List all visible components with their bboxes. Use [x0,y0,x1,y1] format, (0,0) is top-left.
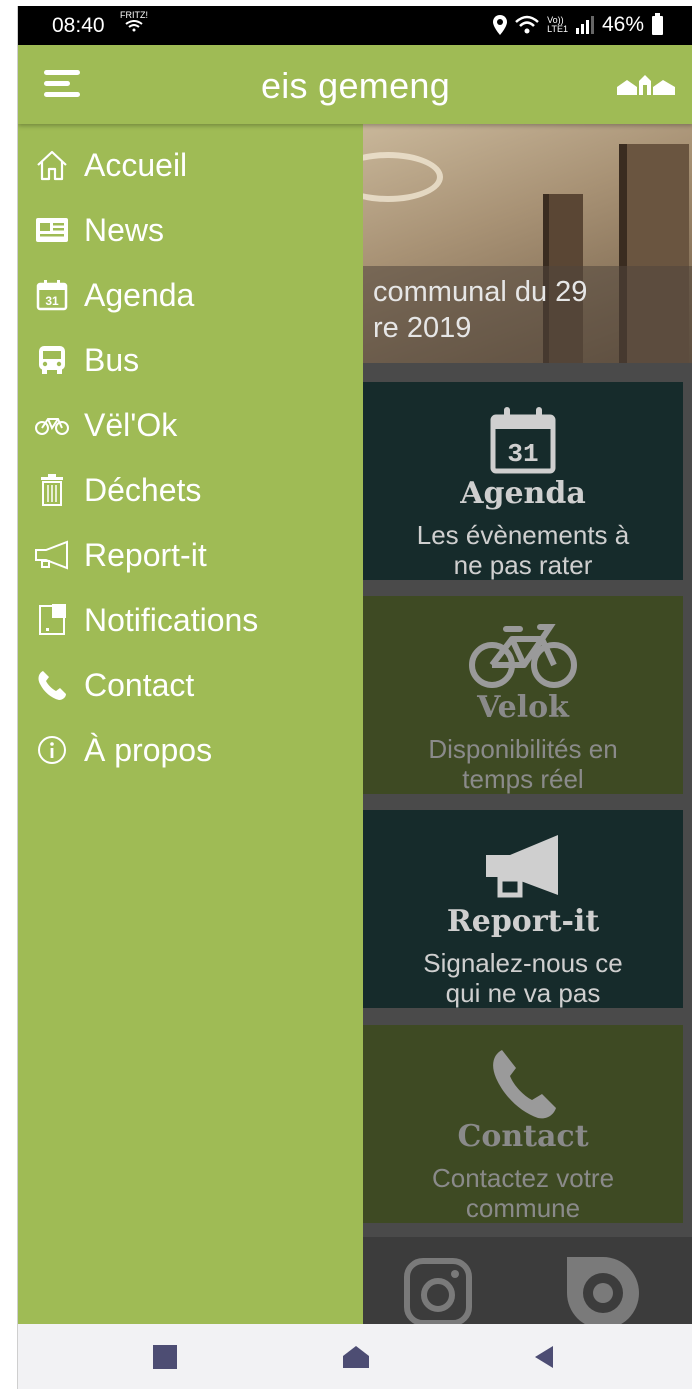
home-icon [34,147,70,183]
hero-caption: communal du 29 re 2019 [363,266,692,363]
drawer-item-label: Vël'Ok [84,406,178,443]
drawer-item-label: Notifications [84,601,259,638]
megaphone-icon [363,824,683,912]
drawer-item-label: Déchets [84,471,202,508]
drawer-item-label: Bus [84,341,140,378]
calendar-icon: 31 [34,277,70,313]
trash-icon [34,472,70,508]
drawer-item-accueil[interactable]: Accueil [34,142,187,188]
location-icon [493,15,508,35]
social-bar [363,1237,692,1329]
tile-report-it[interactable]: Report-it Signalez-nous ce qui ne va pas [363,810,683,1008]
tile-contact[interactable]: Contact Contactez votre commune [363,1025,683,1223]
drawer-item-label: Contact [84,666,195,703]
status-time: 08:40 [52,14,105,37]
drawer-item-label: À propos [84,731,213,768]
back-button-icon[interactable] [533,1344,555,1370]
app-title: eis gemeng [260,65,451,106]
tile-desc-line2: commune [465,1193,581,1223]
tile-desc-line2: ne pas rater [453,550,593,580]
calendar-number: 31 [45,294,59,308]
system-navigation-bar [18,1324,692,1389]
phone-icon [363,1039,683,1127]
drawer-item-label: News [84,211,165,248]
tile-desc-line1: Contactez votre [431,1163,615,1193]
tile-name: Agenda [460,476,586,511]
calendar-number: 31 [507,439,538,469]
drawer-item-contact[interactable]: Contact [34,662,194,708]
town-logo-icon[interactable] [617,75,675,95]
phone-screen: 08:40 FRITZ! Vo)) LTE1 46% eis gemeng co… [17,6,692,1389]
status-bar: 08:40 FRITZ! Vo)) LTE1 46% [18,6,692,45]
issuu-icon[interactable] [563,1253,643,1333]
megaphone-icon [34,537,70,573]
tile-description: Les évènements à ne pas rater [363,520,683,580]
tile-description: Disponibilités en temps réel [363,734,683,794]
tile-desc-line2: temps réel [462,764,584,794]
drawer-item-a-propos[interactable]: À propos [34,727,212,773]
status-icons: Vo)) LTE1 46% [493,12,663,37]
lte-label: LTE1 [547,24,568,34]
hero-caption-line1: communal du 29 [373,276,588,308]
fritz-label: FRITZ! [120,10,148,20]
tile-name: Velok [477,690,569,725]
lte-indicator: Vo)) LTE1 [547,16,568,34]
bicycle-icon [363,610,683,698]
signal-icon [575,16,594,34]
drawer-item-notifications[interactable]: Notifications [34,597,258,643]
newspaper-icon [34,212,70,248]
wifi-icon [515,15,539,34]
battery-icon [652,12,663,35]
hero-banner[interactable]: communal du 29 re 2019 [363,124,692,363]
info-icon [34,732,70,768]
tile-name: Contact [457,1119,589,1154]
drawer-item-label: Report-it [84,536,207,573]
tile-desc-line2: qui ne va pas [445,978,601,1008]
bicycle-icon [34,407,70,443]
navigation-drawer: Accueil News 31 Agenda Bus Vël'Ok Déchet… [18,124,363,1324]
drawer-item-label: Accueil [84,146,188,183]
home-button-icon[interactable] [341,1344,371,1370]
drawer-item-bus[interactable]: Bus [34,337,139,383]
drawer-item-label: Agenda [84,276,195,313]
bus-icon [34,342,70,378]
drawer-item-velok[interactable]: Vël'Ok [34,402,177,448]
home-content: communal du 29 re 2019 31 Agenda Les évè… [363,124,692,1329]
tile-desc-line1: Disponibilités en [428,734,618,764]
phone-icon [34,667,70,703]
recents-button-icon[interactable] [152,1344,178,1370]
tile-desc-line1: Signalez-nous ce [423,948,623,978]
drawer-item-agenda[interactable]: 31 Agenda [34,272,194,318]
drawer-item-report-it[interactable]: Report-it [34,532,207,578]
calendar-icon: 31 [363,396,683,484]
tile-velok[interactable]: Velok Disponibilités en temps réel [363,596,683,794]
app-bar: eis gemeng [18,45,692,124]
tile-name: Report-it [446,904,600,939]
battery-percent: 46% [601,13,644,36]
drawer-item-news[interactable]: News [34,207,164,253]
hero-lamp-shape [363,152,443,202]
tile-description: Signalez-nous ce qui ne va pas [363,948,683,1008]
tile-agenda[interactable]: 31 Agenda Les évènements à ne pas rater [363,382,683,580]
drawer-item-dechets[interactable]: Déchets [34,467,201,513]
tile-desc-line1: Les évènements à [416,520,630,550]
tile-description: Contactez votre commune [363,1163,683,1223]
fritz-wifi-icon: FRITZ! [120,11,148,34]
notification-icon [34,602,70,638]
hero-caption-line2: re 2019 [373,312,472,344]
instagram-icon[interactable] [403,1257,473,1327]
